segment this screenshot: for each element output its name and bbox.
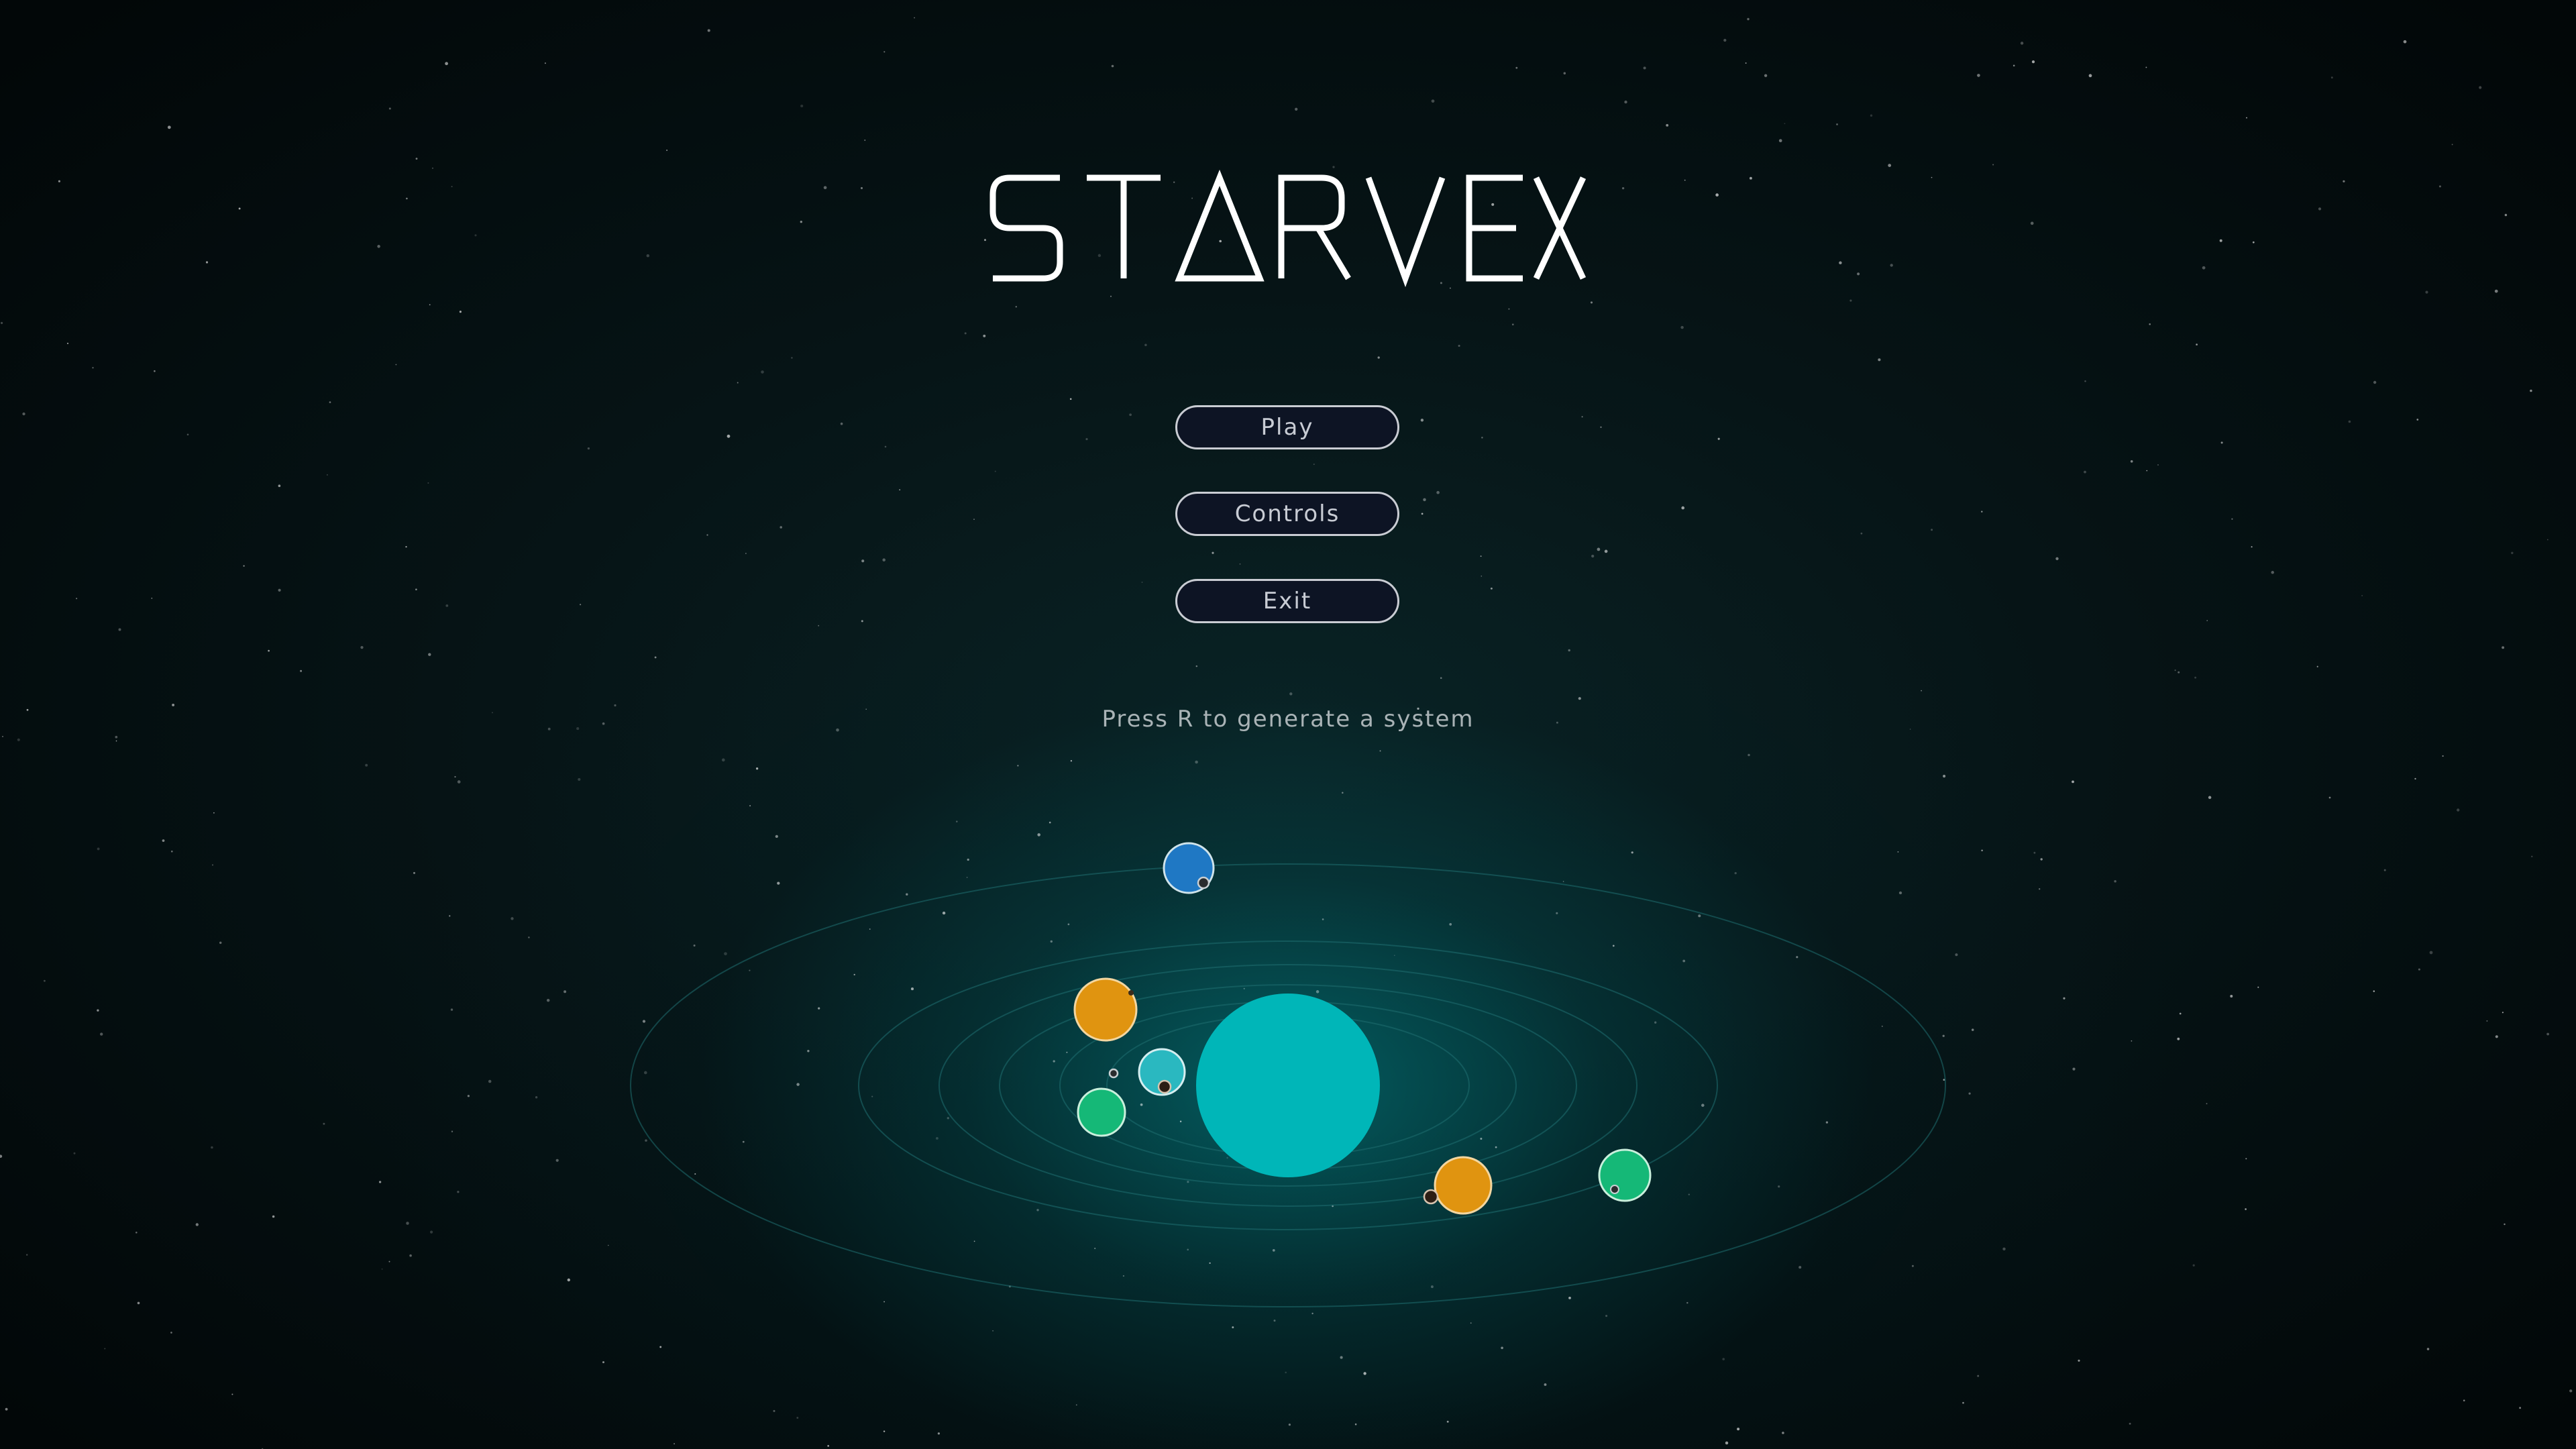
main-menu-screen: Play Controls Exit Press R to generate a… <box>0 0 2576 1449</box>
planet-orange <box>1423 1156 1493 1215</box>
moon <box>1157 1079 1172 1094</box>
planet-orange <box>1073 977 1138 1042</box>
planet-cyan <box>1138 1048 1186 1096</box>
planet-blue <box>1163 842 1215 894</box>
moon <box>1128 990 1134 996</box>
planet-green <box>1077 1087 1126 1137</box>
moon <box>1610 1185 1619 1194</box>
moon <box>1197 876 1210 890</box>
moon <box>1108 1068 1119 1079</box>
solar-system-preview <box>630 842 1946 1307</box>
central-star <box>1196 994 1380 1177</box>
moon <box>1423 1189 1439 1205</box>
planet-green <box>1598 1148 1652 1202</box>
